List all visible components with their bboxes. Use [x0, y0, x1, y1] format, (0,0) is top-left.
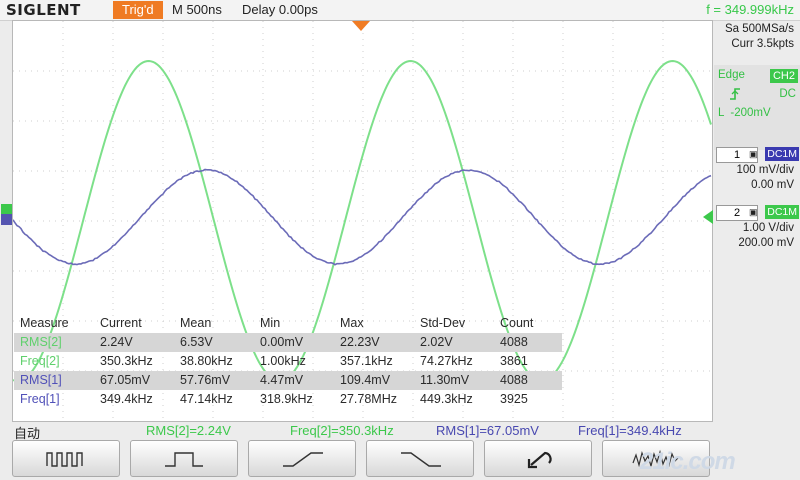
table-cell: 357.1kHz: [340, 352, 393, 371]
ch1-offset: 0.00 mV: [751, 179, 794, 191]
trigger-level-marker[interactable]: [703, 210, 713, 224]
softkey-rising-ramp[interactable]: [248, 440, 356, 477]
table-header-row: Measure Current Mean Min Max Std-Dev Cou…: [14, 314, 562, 333]
column-header: Min: [260, 314, 280, 333]
measurement-status-bar: 自动 RMS[2]=2.24V Freq[2]=350.3kHz RMS[1]=…: [0, 422, 800, 440]
measure-name: Freq[2]: [20, 352, 60, 371]
table-row: RMS[2] 2.24V 6.53V 0.00mV 22.23V 2.02V 4…: [14, 333, 562, 352]
ch2-offset: 200.00 mV: [738, 237, 794, 249]
memory-depth: Curr 3.5kpts: [731, 38, 794, 50]
table-row: RMS[1] 67.05mV 57.76mV 4.47mV 109.4mV 11…: [14, 371, 562, 390]
rising-ramp-icon: [249, 441, 355, 476]
table-cell: 6.53V: [180, 333, 213, 352]
bandwidth-icon: ▣: [749, 207, 758, 218]
table-row: Freq[2] 350.3kHz 38.80kHz 1.00kHz 357.1k…: [14, 352, 562, 371]
sample-rate: Sa 500MSa/s: [725, 23, 794, 35]
table-row: Freq[1] 349.4kHz 47.14kHz 318.9kHz 27.78…: [14, 390, 562, 409]
measure-name: Freq[1]: [20, 390, 60, 409]
pulse-icon: [131, 441, 237, 476]
table-cell: 449.3kHz: [420, 390, 473, 409]
undo-icon: [485, 441, 591, 476]
table-cell: 67.05mV: [100, 371, 150, 390]
ch1-ground-marker[interactable]: [1, 214, 12, 225]
delay-readout[interactable]: Delay 0.00ps: [242, 2, 318, 17]
table-cell: 22.23V: [340, 333, 380, 352]
ch1-coupling-badge: DC1M: [765, 147, 799, 161]
status-item: RMS[2]=2.24V: [146, 423, 231, 438]
softkey-square-wave[interactable]: [12, 440, 120, 477]
softkey-falling-ramp[interactable]: [366, 440, 474, 477]
table-cell: 349.4kHz: [100, 390, 153, 409]
table-cell: 1.00kHz: [260, 352, 306, 371]
column-header: Mean: [180, 314, 211, 333]
table-cell: 47.14kHz: [180, 390, 233, 409]
brand-logo: SIGLENT: [6, 1, 81, 19]
table-cell: 4088: [500, 371, 528, 390]
frequency-counter: f = 349.999kHz: [706, 2, 794, 17]
table-cell: 2.24V: [100, 333, 133, 352]
top-status-bar: SIGLENT Trig'd M 500ns Delay 0.00ps f = …: [0, 0, 800, 21]
falling-ramp-icon: [367, 441, 473, 476]
table-cell: 11.30mV: [420, 371, 469, 390]
ch1-waveform: [13, 170, 711, 265]
trigger-level: L -200mV: [718, 107, 771, 119]
status-item: Freq[1]=349.4kHz: [578, 423, 682, 438]
column-header: Max: [340, 314, 364, 333]
ch1-panel[interactable]: 1 ▣ DC1M 100 mV/div 0.00 mV: [714, 145, 800, 197]
trigger-status-badge: Trig'd: [113, 1, 163, 19]
right-info-panel: Sa 500MSa/s Curr 3.5kpts Edge CH2 DC L -…: [714, 20, 800, 422]
table-cell: 4.47mV: [260, 371, 303, 390]
trigger-coupling: DC: [779, 88, 796, 100]
table-cell: 3925: [500, 390, 528, 409]
column-header: Count: [500, 314, 533, 333]
measure-name: RMS[2]: [20, 333, 62, 352]
table-cell: 0.00mV: [260, 333, 303, 352]
status-item: RMS[1]=67.05mV: [436, 423, 539, 438]
softkey-pulse[interactable]: [130, 440, 238, 477]
table-cell: 3861: [500, 352, 528, 371]
column-header: Current: [100, 314, 142, 333]
table-cell: 2.02V: [420, 333, 453, 352]
trigger-source-badge: CH2: [770, 69, 798, 83]
table-cell: 350.3kHz: [100, 352, 153, 371]
trigger-panel[interactable]: Edge CH2 DC L -200mV: [714, 65, 800, 150]
column-header: Std-Dev: [420, 314, 465, 333]
square-wave-icon: [13, 441, 119, 476]
measurement-table: Measure Current Mean Min Max Std-Dev Cou…: [14, 314, 562, 409]
table-cell: 27.78MHz: [340, 390, 397, 409]
table-cell: 4088: [500, 333, 528, 352]
bandwidth-icon: ▣: [749, 149, 758, 160]
status-item: Freq[2]=350.3kHz: [290, 423, 394, 438]
table-cell: 74.27kHz: [420, 352, 473, 371]
table-cell: 318.9kHz: [260, 390, 313, 409]
table-cell: 109.4mV: [340, 371, 390, 390]
column-header: Measure: [20, 314, 69, 333]
trigger-position-marker[interactable]: [352, 21, 370, 31]
ch2-panel[interactable]: 2 ▣ DC1M 1.00 V/div 200.00 mV: [714, 203, 800, 255]
table-cell: 57.76mV: [180, 371, 230, 390]
measure-name: RMS[1]: [20, 371, 62, 390]
ch1-scale: 100 mV/div: [736, 164, 794, 176]
watermark-logo: 21ic.com: [640, 448, 735, 476]
ch2-scale: 1.00 V/div: [743, 222, 794, 234]
trigger-type: Edge: [718, 69, 745, 81]
table-cell: 38.80kHz: [180, 352, 233, 371]
ch2-coupling-badge: DC1M: [765, 205, 799, 219]
timebase-readout[interactable]: M 500ns: [172, 2, 222, 17]
softkey-undo[interactable]: [484, 440, 592, 477]
rising-edge-icon: [728, 87, 742, 101]
